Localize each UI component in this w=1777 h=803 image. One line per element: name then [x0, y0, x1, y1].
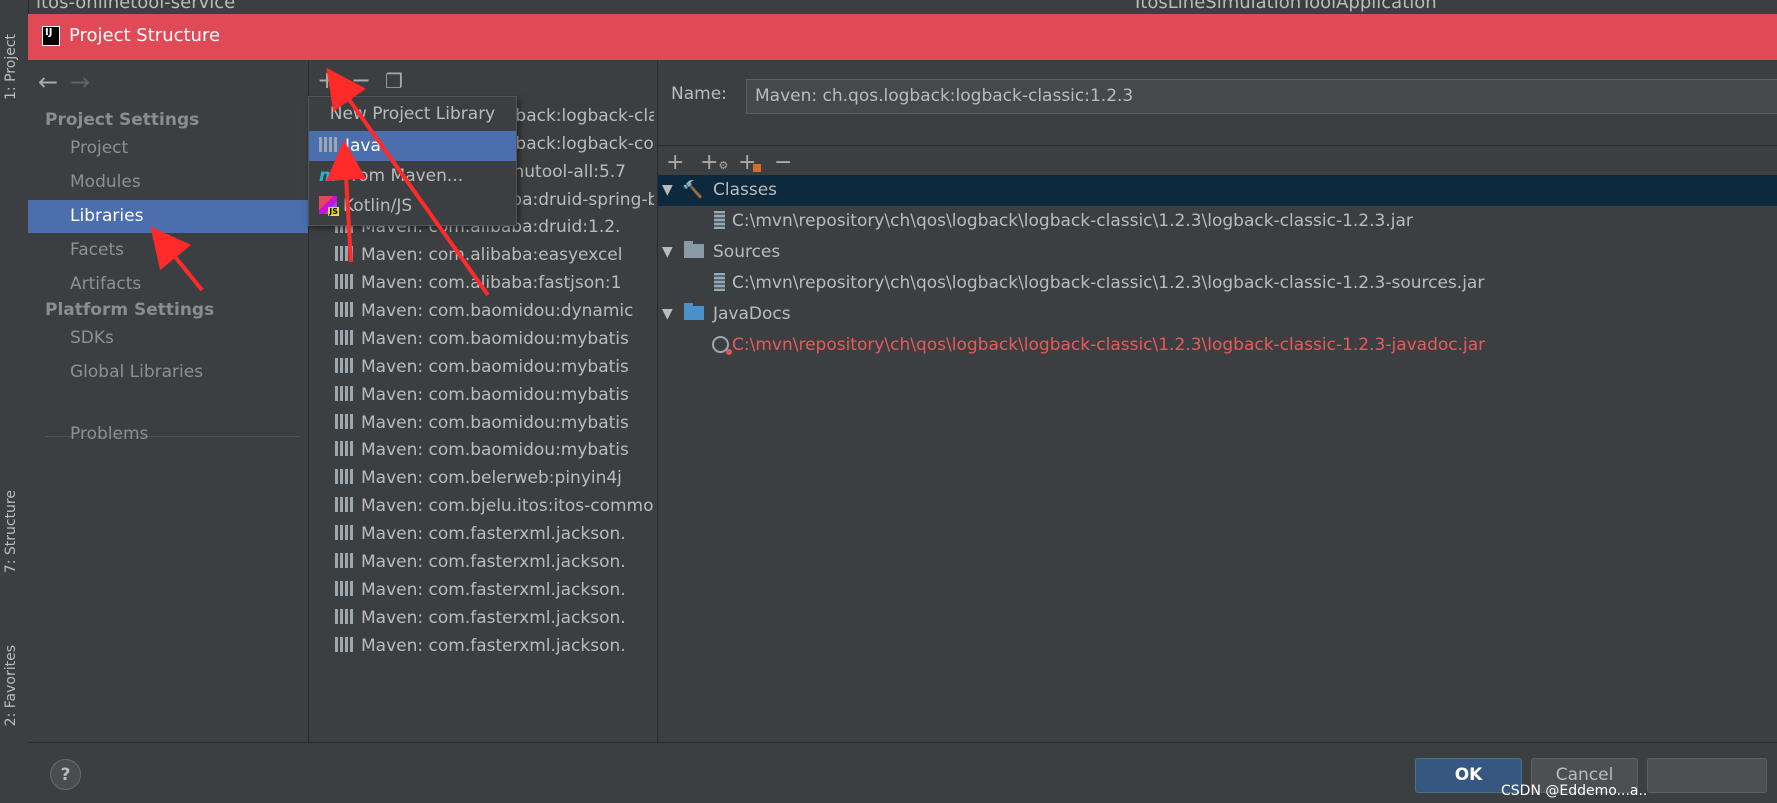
tree-leaf-javadoc-jar[interactable]: C:\mvn\repository\ch\qos\logback\logback…	[658, 330, 1777, 361]
library-icon	[335, 358, 355, 373]
library-icon	[335, 414, 355, 429]
library-icon	[335, 497, 355, 512]
library-icon	[335, 386, 355, 401]
platform-settings-heading: Platform Settings	[45, 300, 215, 320]
list-item[interactable]: Maven: com.alibaba:fastjson:1	[335, 268, 621, 299]
sidebar-item-artifacts[interactable]: Artifacts	[28, 268, 308, 301]
folder-icon	[684, 237, 704, 268]
library-icon	[335, 637, 355, 652]
list-item[interactable]: Maven: com.baomidou:mybatis	[335, 324, 629, 355]
library-icon	[335, 609, 355, 624]
kotlin-js-icon: JS	[319, 196, 339, 216]
dialog-button-bar: ? OK Cancel CSDN @Eddemo...a..	[28, 742, 1777, 803]
tree-leaf-classes-jar[interactable]: C:\mvn\repository\ch\qos\logback\logback…	[658, 206, 1777, 237]
sidebar-item-modules[interactable]: Modules	[28, 166, 308, 199]
sidebar-item-global-libraries[interactable]: Global Libraries	[28, 356, 308, 389]
expand-arrow-icon[interactable]: ▼	[662, 299, 673, 330]
copy-icon[interactable]: ❐	[385, 69, 403, 93]
dialog-title: Project Structure	[69, 25, 221, 46]
sidebar-item-sdks[interactable]: SDKs	[28, 322, 308, 355]
list-item[interactable]: Maven: com.baomidou:mybatis	[335, 352, 629, 383]
list-item[interactable]: Maven: com.baomidou:mybatis	[335, 380, 629, 411]
maven-icon: m	[319, 166, 337, 186]
forward-arrow-icon[interactable]: →	[70, 68, 90, 96]
project-toolwindow-tab[interactable]: 1: Project	[3, 34, 19, 100]
tree-node-sources[interactable]: ▼ Sources	[658, 237, 1777, 268]
sidebar-item-problems[interactable]: Problems	[28, 418, 308, 451]
jar-icon	[714, 268, 725, 299]
remove-icon[interactable]: −	[351, 66, 371, 94]
list-item[interactable]: Maven: com.alibaba:easyexcel	[335, 240, 622, 271]
library-icon	[335, 302, 355, 317]
ide-left-toolwindow-bar: 1: Project 7: Structure 2: Favorites	[0, 0, 29, 802]
library-icon	[335, 441, 355, 456]
library-roots-tree: + +⚙ + − ▼ 🔨 Classes C:\mvn\repository\c…	[658, 145, 1777, 743]
tree-node-classes[interactable]: ▼ 🔨 Classes	[658, 175, 1777, 206]
menu-item-from-maven[interactable]: m From Maven...	[309, 161, 516, 191]
web-globe-icon	[712, 330, 732, 361]
library-icon	[335, 274, 355, 289]
list-item[interactable]: Maven: com.belerweb:pinyin4j	[335, 463, 622, 494]
structure-toolwindow-tab[interactable]: 7: Structure	[3, 490, 19, 573]
popup-header: New Project Library	[329, 104, 496, 124]
list-item[interactable]: Maven: com.fasterxml.jackson.	[335, 519, 626, 550]
run-config-selector[interactable]: ItosLineSimulationToolApplication	[1135, 0, 1437, 13]
library-name-input[interactable]: Maven: ch.qos.logback:logback-classic:1.…	[746, 79, 1777, 114]
sidebar-item-facets[interactable]: Facets	[28, 234, 308, 267]
docs-folder-icon	[684, 299, 704, 330]
tree-node-javadocs[interactable]: ▼ JavaDocs	[658, 299, 1777, 330]
tree-leaf-sources-jar[interactable]: C:\mvn\repository\ch\qos\logback\logback…	[658, 268, 1777, 299]
attach-files-icon[interactable]: +⚙	[700, 150, 728, 175]
library-icon	[335, 469, 355, 484]
library-icon	[335, 581, 355, 596]
intellij-icon: IJ	[42, 26, 60, 46]
library-icon	[335, 553, 355, 568]
list-item[interactable]: Maven: com.fasterxml.jackson.	[335, 603, 626, 634]
expand-arrow-icon[interactable]: ▼	[662, 175, 673, 206]
help-button[interactable]: ?	[50, 759, 81, 790]
new-library-popup: New Project Library Java m From Maven... …	[308, 96, 517, 226]
hammer-icon: 🔨	[682, 180, 704, 200]
jar-icon	[714, 206, 725, 237]
attach-classes-icon[interactable]: +	[738, 150, 762, 175]
list-item[interactable]: Maven: com.fasterxml.jackson.	[335, 547, 626, 578]
csdn-watermark: CSDN @Eddemo...a..	[1501, 783, 1648, 799]
project-structure-dialog: IJ Project Structure ← → Project Setting…	[28, 14, 1777, 803]
name-label: Name:	[671, 84, 727, 104]
settings-sidebar: ← → Project Settings Project Modules Lib…	[28, 60, 309, 742]
add-root-icon[interactable]: +	[666, 150, 684, 175]
favorites-toolwindow-tab[interactable]: 2: Favorites	[3, 645, 19, 726]
project-settings-heading: Project Settings	[45, 110, 200, 130]
list-item[interactable]: Maven: com.baomidou:mybatis	[335, 435, 629, 466]
menu-item-java[interactable]: Java	[309, 131, 516, 161]
list-item[interactable]: Maven: com.fasterxml.jackson.	[335, 631, 626, 662]
sidebar-item-libraries[interactable]: Libraries	[28, 200, 308, 233]
add-icon[interactable]: +	[317, 66, 337, 94]
remove-root-icon[interactable]: −	[774, 150, 792, 175]
ide-title-strip: itos-onlinetool-service ItosLineSimulati…	[0, 0, 1777, 14]
sidebar-item-project[interactable]: Project	[28, 132, 308, 165]
expand-arrow-icon[interactable]: ▼	[662, 237, 673, 268]
list-item[interactable]: Maven: com.baomidou:dynamic	[335, 296, 633, 327]
library-detail-panel: Name: Maven: ch.qos.logback:logback-clas…	[658, 60, 1777, 743]
library-icon	[335, 330, 355, 345]
apply-button[interactable]	[1647, 758, 1767, 793]
ide-project-title: itos-onlinetool-service	[36, 0, 236, 13]
dialog-titlebar[interactable]: IJ Project Structure	[28, 14, 1777, 60]
library-icon	[335, 525, 355, 540]
library-icon	[319, 137, 339, 152]
menu-item-kotlin-js[interactable]: JS Kotlin/JS	[309, 191, 516, 221]
library-icon	[335, 246, 355, 261]
list-item[interactable]: Maven: com.bjelu.itos:itos-common	[335, 491, 654, 522]
back-arrow-icon[interactable]: ←	[38, 68, 58, 96]
list-item[interactable]: Maven: com.fasterxml.jackson.	[335, 575, 626, 606]
